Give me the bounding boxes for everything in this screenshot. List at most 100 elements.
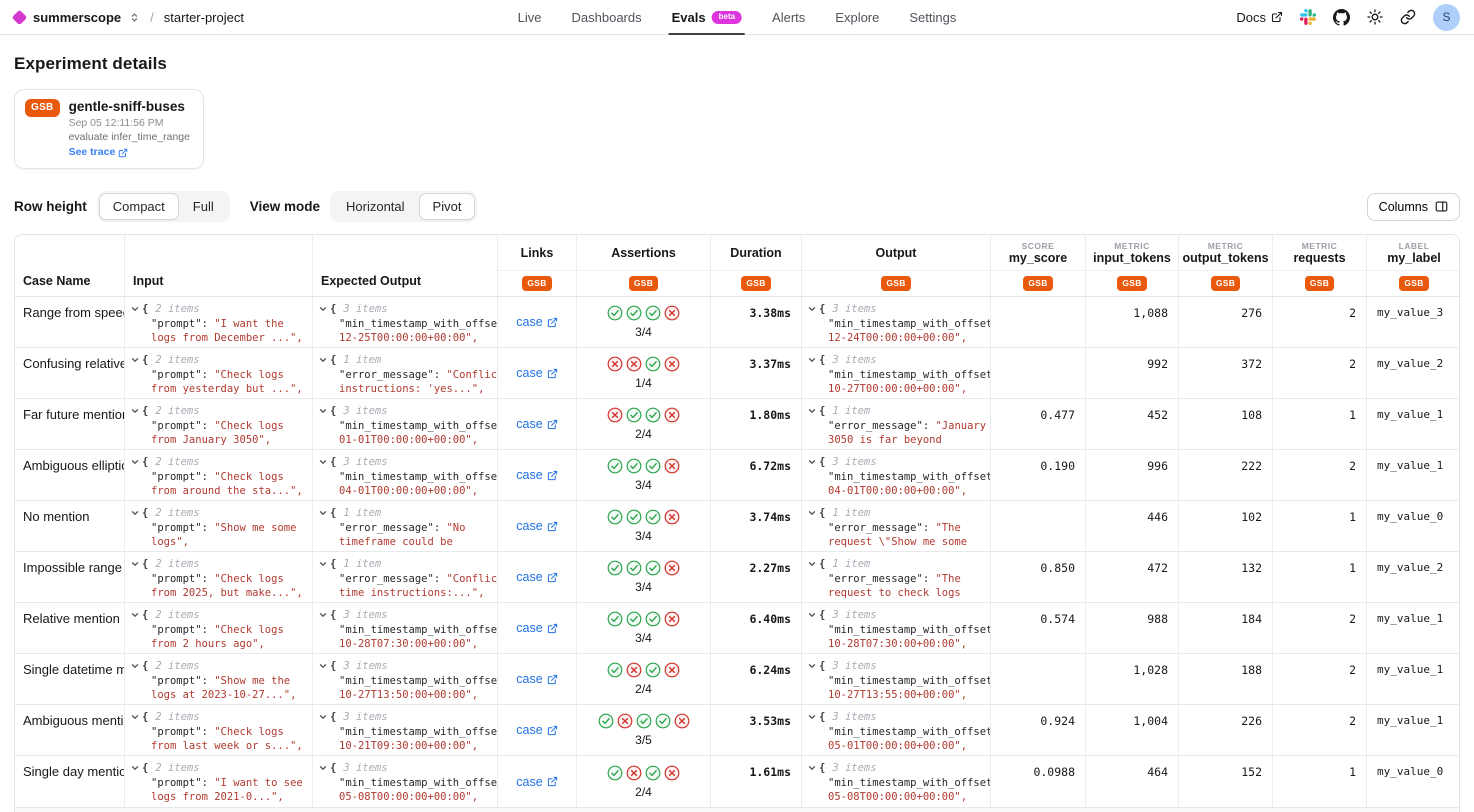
assertion-fail-icon[interactable] [664, 560, 680, 576]
nav-tab-live[interactable]: Live [518, 0, 542, 34]
project-name[interactable]: starter-project [164, 10, 244, 25]
assertion-fail-icon[interactable] [664, 305, 680, 321]
collapse-chevron-icon[interactable] [318, 406, 328, 416]
assertion-pass-icon[interactable] [645, 662, 661, 678]
assertion-fail-icon[interactable] [674, 713, 690, 729]
nav-tab-dashboards[interactable]: Dashboards [572, 0, 642, 34]
slack-icon[interactable] [1300, 9, 1316, 25]
collapse-chevron-icon[interactable] [318, 508, 328, 518]
assertion-pass-icon[interactable] [645, 560, 661, 576]
collapse-chevron-icon[interactable] [807, 559, 817, 569]
collapse-chevron-icon[interactable] [130, 661, 140, 671]
theme-sun-icon[interactable] [1367, 9, 1383, 25]
org-name[interactable]: summerscope [33, 10, 121, 25]
collapse-chevron-icon[interactable] [130, 508, 140, 518]
assertion-fail-icon[interactable] [664, 662, 680, 678]
case-name-cell[interactable]: Single day mention [15, 756, 125, 807]
assertion-pass-icon[interactable] [607, 765, 623, 781]
assertion-pass-icon[interactable] [607, 662, 623, 678]
nav-tab-settings[interactable]: Settings [909, 0, 956, 34]
assertion-pass-icon[interactable] [607, 611, 623, 627]
assertion-fail-icon[interactable] [617, 713, 633, 729]
case-name-cell[interactable]: Ambiguous mention [15, 705, 125, 756]
assertion-pass-icon[interactable] [626, 611, 642, 627]
column-header-expected-output[interactable]: Expected Output [313, 235, 498, 297]
assertion-fail-icon[interactable] [664, 407, 680, 423]
assertion-fail-icon[interactable] [607, 407, 623, 423]
github-icon[interactable] [1333, 9, 1350, 26]
share-link-icon[interactable] [1400, 9, 1416, 25]
assertion-pass-icon[interactable] [607, 509, 623, 525]
see-trace-link[interactable]: See trace [69, 146, 190, 159]
assertion-pass-icon[interactable] [598, 713, 614, 729]
assertion-pass-icon[interactable] [645, 765, 661, 781]
collapse-chevron-icon[interactable] [807, 304, 817, 314]
assertion-pass-icon[interactable] [607, 560, 623, 576]
case-name-cell[interactable]: Relative mention ... [15, 603, 125, 654]
collapse-chevron-icon[interactable] [807, 610, 817, 620]
collapse-chevron-icon[interactable] [130, 610, 140, 620]
case-link[interactable]: case [516, 315, 542, 329]
collapse-chevron-icon[interactable] [807, 763, 817, 773]
view-mode-option-pivot[interactable]: Pivot [419, 193, 476, 220]
case-link[interactable]: case [516, 775, 542, 789]
column-header-output[interactable]: Output [802, 235, 991, 271]
collapse-chevron-icon[interactable] [807, 508, 817, 518]
assertion-fail-icon[interactable] [626, 662, 642, 678]
case-link[interactable]: case [516, 621, 542, 635]
collapse-chevron-icon[interactable] [807, 712, 817, 722]
collapse-chevron-icon[interactable] [130, 355, 140, 365]
collapse-chevron-icon[interactable] [130, 559, 140, 569]
column-header-output-tokens[interactable]: METRICoutput_tokens [1179, 235, 1273, 271]
collapse-chevron-icon[interactable] [318, 457, 328, 467]
assertion-fail-icon[interactable] [626, 765, 642, 781]
nav-tab-evals[interactable]: Evalsbeta [672, 0, 742, 34]
org-switcher-chevrons-icon[interactable] [129, 12, 140, 23]
case-link[interactable]: case [516, 468, 542, 482]
row-height-option-full[interactable]: Full [179, 193, 228, 220]
case-name-cell[interactable]: Ambiguous elliptic... [15, 450, 125, 501]
assertion-pass-icon[interactable] [645, 407, 661, 423]
user-avatar[interactable]: S [1433, 4, 1460, 31]
collapse-chevron-icon[interactable] [318, 712, 328, 722]
assertion-pass-icon[interactable] [626, 407, 642, 423]
case-link[interactable]: case [516, 366, 542, 380]
column-header-my-score[interactable]: SCOREmy_score [991, 235, 1086, 271]
column-header-assertions[interactable]: Assertions [577, 235, 711, 271]
collapse-chevron-icon[interactable] [318, 304, 328, 314]
case-link[interactable]: case [516, 519, 542, 533]
assertion-fail-icon[interactable] [607, 356, 623, 372]
assertion-pass-icon[interactable] [626, 560, 642, 576]
assertion-pass-icon[interactable] [607, 305, 623, 321]
columns-button[interactable]: Columns [1367, 193, 1460, 221]
collapse-chevron-icon[interactable] [807, 661, 817, 671]
view-mode-option-horizontal[interactable]: Horizontal [332, 193, 419, 220]
column-header-input[interactable]: Input [125, 235, 313, 297]
assertion-pass-icon[interactable] [636, 713, 652, 729]
assertion-pass-icon[interactable] [655, 713, 671, 729]
assertion-fail-icon[interactable] [664, 458, 680, 474]
assertion-fail-icon[interactable] [664, 509, 680, 525]
collapse-chevron-icon[interactable] [807, 457, 817, 467]
case-link[interactable]: case [516, 723, 542, 737]
column-header-requests[interactable]: METRICrequests [1273, 235, 1367, 271]
collapse-chevron-icon[interactable] [318, 763, 328, 773]
assertion-pass-icon[interactable] [626, 305, 642, 321]
column-header-links[interactable]: Links [498, 235, 577, 271]
collapse-chevron-icon[interactable] [318, 355, 328, 365]
nav-tab-explore[interactable]: Explore [835, 0, 879, 34]
assertion-fail-icon[interactable] [664, 356, 680, 372]
collapse-chevron-icon[interactable] [318, 559, 328, 569]
assertion-pass-icon[interactable] [645, 611, 661, 627]
assertion-pass-icon[interactable] [645, 458, 661, 474]
collapse-chevron-icon[interactable] [318, 661, 328, 671]
collapse-chevron-icon[interactable] [130, 406, 140, 416]
column-header-duration[interactable]: Duration [711, 235, 802, 271]
collapse-chevron-icon[interactable] [807, 406, 817, 416]
assertion-fail-icon[interactable] [664, 765, 680, 781]
case-link[interactable]: case [516, 417, 542, 431]
case-name-cell[interactable]: Single datetime m... [15, 654, 125, 705]
column-header-case-name[interactable]: Case Name [15, 235, 125, 297]
docs-link[interactable]: Docs [1236, 10, 1283, 25]
nav-tab-alerts[interactable]: Alerts [772, 0, 805, 34]
